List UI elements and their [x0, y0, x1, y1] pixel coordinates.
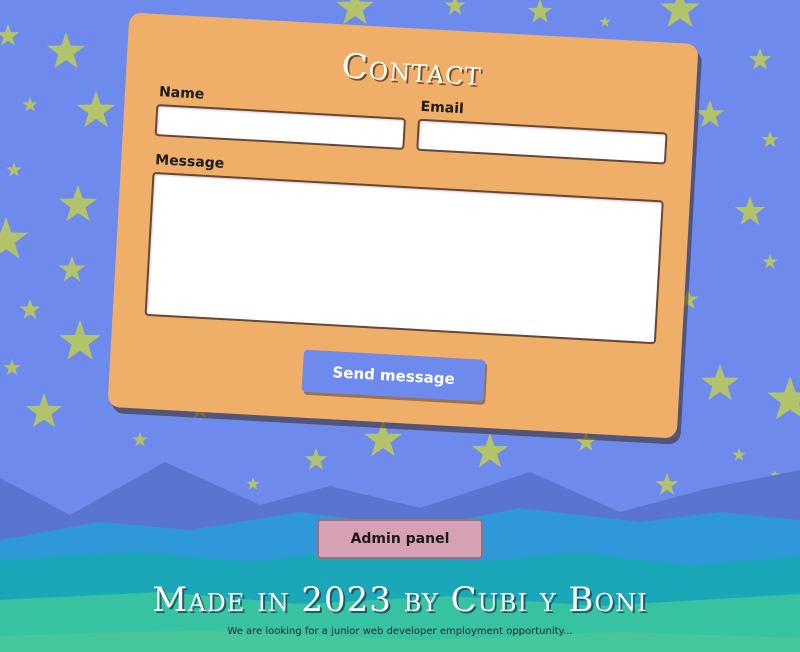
contact-title: Contact [340, 46, 483, 95]
send-message-button[interactable]: Send message [301, 349, 486, 402]
footer-title: Made in 2023 by Cubi y Boni [152, 580, 648, 620]
admin-panel-button[interactable]: Admin panel [317, 519, 483, 559]
message-textarea[interactable] [144, 171, 664, 345]
name-label: Name [158, 84, 205, 103]
name-input[interactable] [154, 104, 407, 150]
footer-subtitle: We are looking for a junior web develope… [227, 626, 573, 637]
email-input[interactable] [416, 118, 668, 165]
contact-form-card: Contact Name Email Message Send message [107, 12, 699, 439]
message-label: Message [154, 152, 225, 172]
email-label: Email [420, 98, 465, 118]
